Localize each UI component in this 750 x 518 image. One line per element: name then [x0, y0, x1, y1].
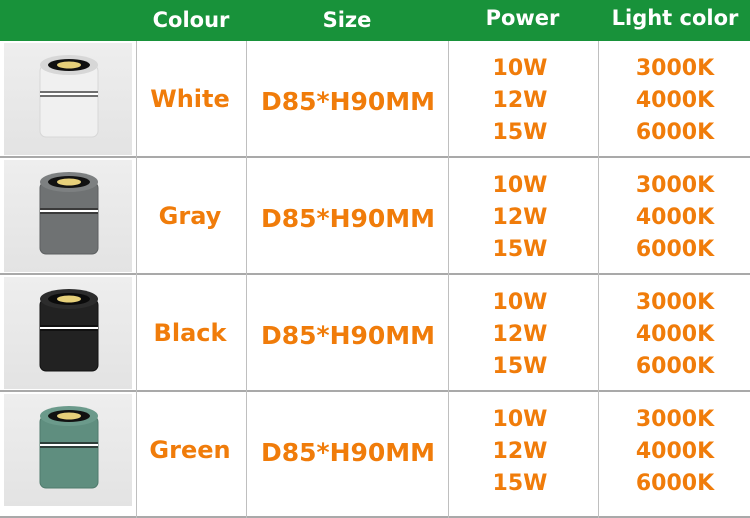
- black-downlight-icon: [39, 289, 99, 372]
- power-list: 10W 12W 15W: [470, 404, 570, 500]
- light-option: 3000K: [635, 173, 715, 198]
- light-option: 4000K: [635, 88, 715, 113]
- size-cell: D85*H90MM: [260, 438, 436, 467]
- light-option: 4000K: [635, 322, 715, 347]
- light-option: 6000K: [635, 120, 715, 145]
- header-colour: Colour: [152, 8, 230, 32]
- light-option: 4000K: [635, 439, 715, 464]
- table-row: White D85*H90MM 10W 12W 15W 3000K 4000K …: [0, 41, 750, 157]
- header-size: Size: [322, 8, 372, 32]
- light-color-list: 3000K 4000K 6000K: [615, 287, 735, 383]
- gray-downlight-image: [4, 160, 132, 272]
- product-spec-table: Colour Size Power Light color White D85*…: [0, 0, 750, 518]
- power-option: 15W: [492, 471, 548, 496]
- power-list: 10W 12W 15W: [470, 53, 570, 149]
- size-cell: D85*H90MM: [260, 204, 436, 233]
- light-color-list: 3000K 4000K 6000K: [615, 170, 735, 266]
- table-row: Green D85*H90MM 10W 12W 15W 3000K 4000K …: [0, 392, 750, 508]
- power-option: 12W: [492, 322, 548, 347]
- power-option: 15W: [492, 354, 548, 379]
- green-downlight-image: [4, 394, 132, 506]
- column-divider: [246, 41, 247, 518]
- column-divider: [136, 41, 137, 518]
- power-option: 12W: [492, 205, 548, 230]
- light-option: 6000K: [635, 354, 715, 379]
- header-light-color: Light color: [611, 6, 739, 30]
- green-downlight-icon: [39, 406, 99, 489]
- light-option: 3000K: [635, 290, 715, 315]
- table-row: Black D85*H90MM 10W 12W 15W 3000K 4000K …: [0, 275, 750, 391]
- row-divider: [0, 273, 750, 275]
- column-divider: [598, 41, 599, 518]
- table-header: Colour Size Power Light color: [0, 0, 750, 41]
- header-power: Power: [485, 6, 560, 30]
- power-list: 10W 12W 15W: [470, 287, 570, 383]
- gray-downlight-icon: [39, 172, 99, 255]
- colour-cell: White: [150, 85, 230, 113]
- colour-cell: Black: [153, 319, 227, 347]
- colour-cell: Green: [149, 436, 231, 464]
- size-cell: D85*H90MM: [260, 321, 436, 350]
- light-option: 6000K: [635, 237, 715, 262]
- light-option: 3000K: [635, 407, 715, 432]
- white-downlight-icon: [39, 55, 99, 138]
- light-color-list: 3000K 4000K 6000K: [615, 404, 735, 500]
- power-list: 10W 12W 15W: [470, 170, 570, 266]
- power-option: 10W: [492, 56, 548, 81]
- colour-cell: Gray: [158, 202, 222, 230]
- column-divider: [448, 41, 449, 518]
- size-cell: D85*H90MM: [260, 87, 436, 116]
- table-row: Gray D85*H90MM 10W 12W 15W 3000K 4000K 6…: [0, 158, 750, 274]
- power-option: 12W: [492, 439, 548, 464]
- row-divider: [0, 156, 750, 158]
- power-option: 15W: [492, 237, 548, 262]
- row-divider: [0, 390, 750, 392]
- power-option: 12W: [492, 88, 548, 113]
- power-option: 10W: [492, 173, 548, 198]
- power-option: 10W: [492, 290, 548, 315]
- light-option: 3000K: [635, 56, 715, 81]
- white-downlight-image: [4, 43, 132, 155]
- power-option: 10W: [492, 407, 548, 432]
- light-color-list: 3000K 4000K 6000K: [615, 53, 735, 149]
- light-option: 4000K: [635, 205, 715, 230]
- power-option: 15W: [492, 120, 548, 145]
- light-option: 6000K: [635, 471, 715, 496]
- black-downlight-image: [4, 277, 132, 389]
